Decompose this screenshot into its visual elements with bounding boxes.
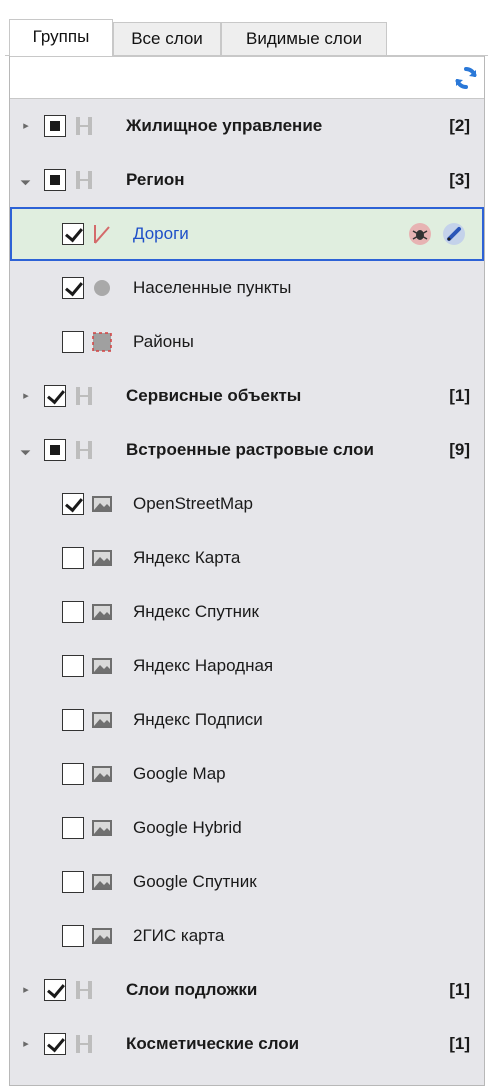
raster-layer-icon <box>92 817 112 839</box>
visibility-checkbox[interactable] <box>62 655 84 677</box>
layer-count-badge: [9] <box>449 440 470 459</box>
layer-label: Google Спутник <box>133 872 257 891</box>
group-layer-icon <box>74 1033 94 1055</box>
group-label: Встроенные растровые слои <box>126 440 374 459</box>
layer-row[interactable]: Яндекс Подписи <box>10 693 484 747</box>
point-layer-icon <box>92 277 112 299</box>
expand-arrow-icon[interactable]: ▸ <box>20 390 32 402</box>
tab-visible-layers[interactable]: Видимые слои <box>221 22 387 56</box>
visibility-checkbox[interactable] <box>62 709 84 731</box>
layer-count-badge: [1] <box>449 386 470 405</box>
visibility-checkbox[interactable] <box>44 385 66 407</box>
layer-row[interactable]: Дороги <box>10 207 484 261</box>
layer-row[interactable]: OpenStreetMap <box>10 477 484 531</box>
layer-row[interactable]: Яндекс Народная <box>10 639 484 693</box>
layer-row[interactable]: Яндекс Карта <box>10 531 484 585</box>
visibility-checkbox[interactable] <box>44 169 66 191</box>
layers-panel: Группы Все слои Видимые слои ▸ Жилищное у… <box>5 14 488 1086</box>
expand-arrow-icon[interactable]: ▸ <box>20 120 32 132</box>
visibility-checkbox[interactable] <box>44 1033 66 1055</box>
group-row[interactable]: ▸ Косметические слои [1] <box>10 1017 484 1071</box>
group-row[interactable]: ▸ Слои подложки [1] <box>10 963 484 1017</box>
visibility-checkbox[interactable] <box>62 925 84 947</box>
layer-row[interactable]: Населенные пункты <box>10 261 484 315</box>
visibility-checkbox[interactable] <box>62 601 84 623</box>
tab-bar: Группы Все слои Видимые слои <box>5 14 488 56</box>
layer-count-badge: [2] <box>449 116 470 135</box>
visibility-checkbox[interactable] <box>62 763 84 785</box>
visibility-checkbox[interactable] <box>44 115 66 137</box>
visibility-checkbox[interactable] <box>62 277 84 299</box>
layer-count-badge: [1] <box>449 980 470 999</box>
visibility-checkbox[interactable] <box>44 979 66 1001</box>
layer-tree: ▸ Жилищное управление [2] ◢ Регион [3] Дороги Н… <box>10 99 484 1071</box>
layer-row[interactable]: Google Hybrid <box>10 801 484 855</box>
layer-label: Районы <box>133 332 194 351</box>
raster-layer-icon <box>92 709 112 731</box>
visibility-checkbox[interactable] <box>62 223 84 245</box>
raster-layer-icon <box>92 547 112 569</box>
layer-row[interactable]: Яндекс Спутник <box>10 585 484 639</box>
layer-label: 2ГИС карта <box>133 926 225 945</box>
line-layer-icon <box>92 223 112 245</box>
group-layer-icon <box>74 385 94 407</box>
layer-row[interactable]: 2ГИС карта <box>10 909 484 963</box>
visibility-checkbox[interactable] <box>62 817 84 839</box>
group-label: Косметические слои <box>126 1034 300 1053</box>
layer-label: Google Map <box>133 764 226 783</box>
layer-label: OpenStreetMap <box>133 494 254 513</box>
group-layer-icon <box>74 979 94 1001</box>
expand-arrow-icon[interactable]: ▸ <box>20 984 32 996</box>
layer-row[interactable]: Google Map <box>10 747 484 801</box>
group-label: Сервисные объекты <box>126 386 302 405</box>
layer-label: Населенные пункты <box>133 278 292 297</box>
group-label: Регион <box>126 170 185 189</box>
layer-label: Яндекс Карта <box>133 548 241 567</box>
visibility-checkbox[interactable] <box>44 439 66 461</box>
group-layer-icon <box>74 169 94 191</box>
layer-row[interactable]: Google Спутник <box>10 855 484 909</box>
layer-label: Дороги <box>133 224 189 243</box>
bug-icon[interactable] <box>408 222 432 246</box>
collapse-arrow-icon[interactable]: ◢ <box>18 172 35 189</box>
layer-row[interactable]: Районы <box>10 315 484 369</box>
group-label: Жилищное управление <box>126 116 323 135</box>
group-row[interactable]: ◢ Встроенные растровые слои [9] <box>10 423 484 477</box>
group-row[interactable]: ◢ Регион [3] <box>10 153 484 207</box>
expand-arrow-icon[interactable]: ▸ <box>20 1038 32 1050</box>
tab-groups[interactable]: Группы <box>9 19 113 56</box>
group-layer-icon <box>74 115 94 137</box>
visibility-checkbox[interactable] <box>62 547 84 569</box>
visibility-checkbox[interactable] <box>62 871 84 893</box>
raster-layer-icon <box>92 655 112 677</box>
layer-label: Яндекс Подписи <box>133 710 263 729</box>
group-row[interactable]: ▸ Сервисные объекты [1] <box>10 369 484 423</box>
raster-layer-icon <box>92 763 112 785</box>
raster-layer-icon <box>92 925 112 947</box>
layer-count-badge: [1] <box>449 1034 470 1053</box>
tab-all-layers[interactable]: Все слои <box>113 22 221 56</box>
layer-label: Яндекс Спутник <box>133 602 259 621</box>
polygon-layer-icon <box>92 331 112 353</box>
layer-count-badge: [3] <box>449 170 470 189</box>
layer-label: Яндекс Народная <box>133 656 274 675</box>
raster-layer-icon <box>92 601 112 623</box>
visibility-checkbox[interactable] <box>62 493 84 515</box>
visibility-checkbox[interactable] <box>62 331 84 353</box>
raster-layer-icon <box>92 871 112 893</box>
toolbar <box>10 56 484 99</box>
raster-layer-icon <box>92 493 112 515</box>
group-layer-icon <box>74 439 94 461</box>
group-label: Слои подложки <box>126 980 258 999</box>
group-row[interactable]: ▸ Жилищное управление [2] <box>10 99 484 153</box>
refresh-icon[interactable] <box>454 66 478 90</box>
layer-label: Google Hybrid <box>133 818 242 837</box>
layers-tree-container: ▸ Жилищное управление [2] ◢ Регион [3] Дороги Н… <box>9 56 485 1086</box>
edit-pen-icon[interactable] <box>442 222 466 246</box>
collapse-arrow-icon[interactable]: ◢ <box>18 442 35 459</box>
